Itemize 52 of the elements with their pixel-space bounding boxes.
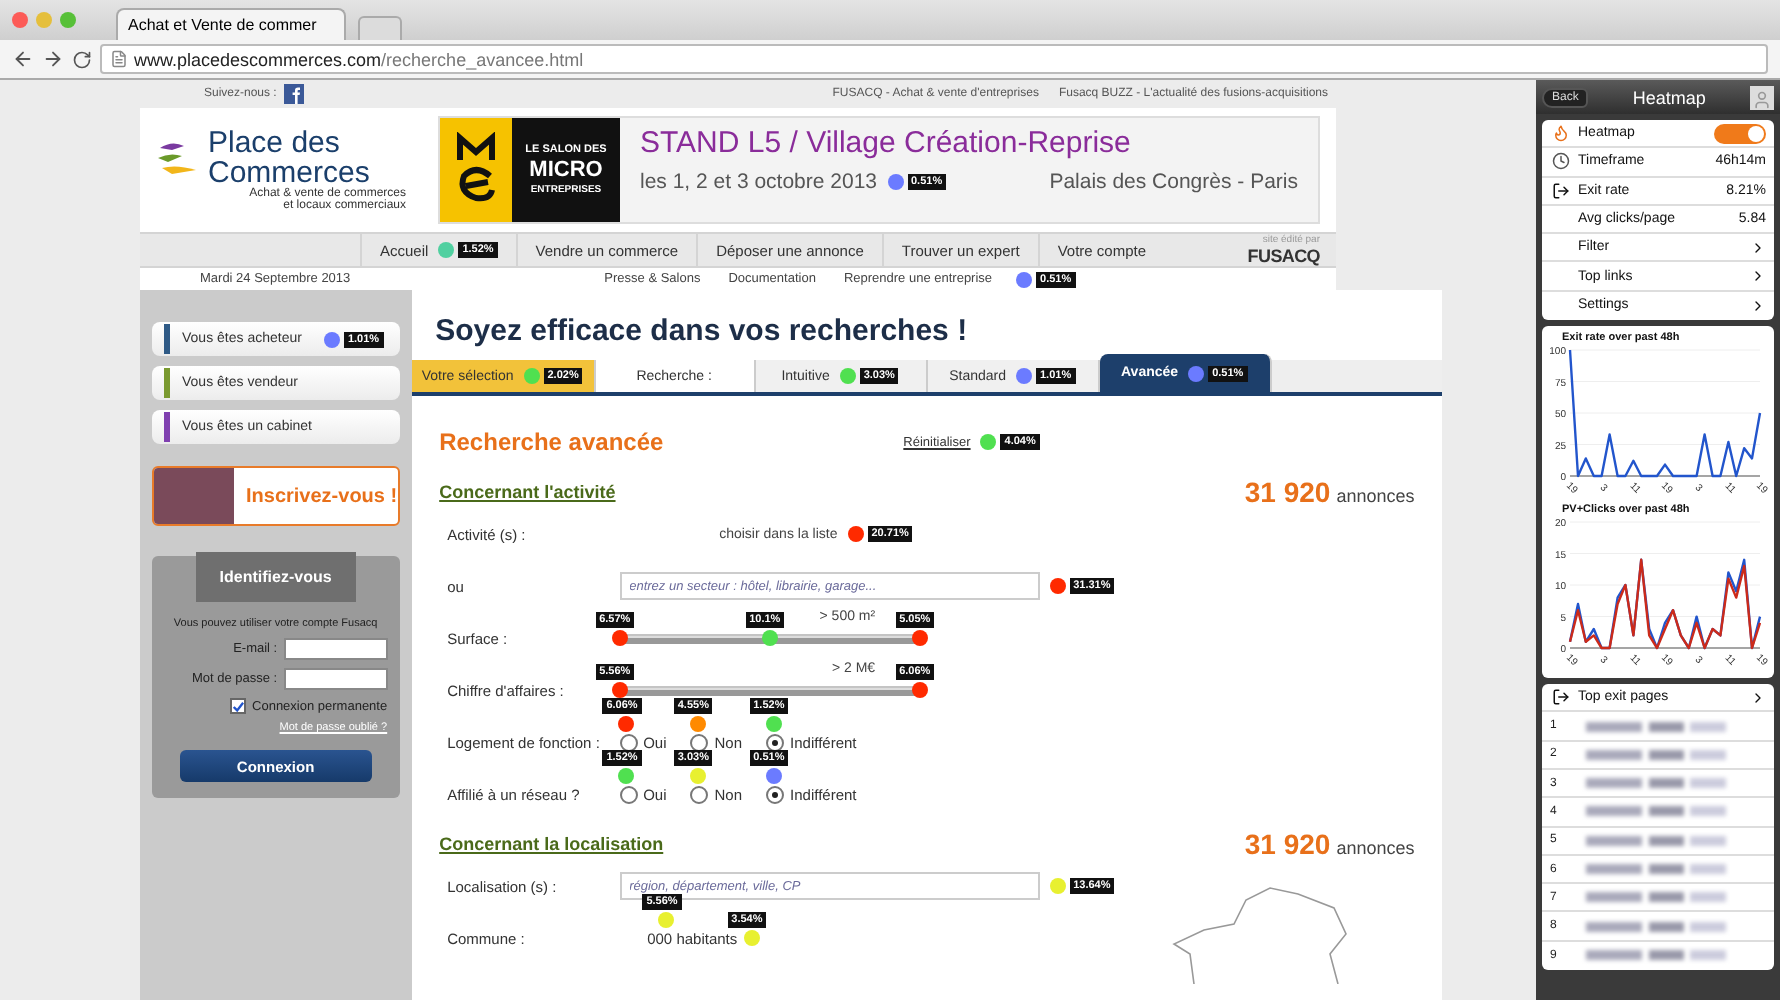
form-title: Recherche avancée — [439, 428, 664, 456]
banner-title: STAND L5 / Village Création-Reprise — [640, 126, 1133, 161]
banner-dates: les 1, 2 et 3 octobre 2013 — [640, 170, 877, 195]
logo-text: Commerces — [208, 158, 370, 189]
login-title: Identifiez-vous — [195, 552, 356, 602]
clock-icon — [1551, 152, 1569, 171]
section-title: Concernant l'activité — [439, 482, 616, 502]
exit-icon — [1551, 181, 1569, 200]
blurred-text — [1586, 950, 1726, 961]
forward-icon[interactable] — [42, 48, 64, 70]
address-bar[interactable]: www.placedescommerces.com/recherche_avancee.html — [100, 44, 1768, 74]
facebook-icon[interactable] — [284, 84, 305, 105]
exit-pages-icon — [1551, 688, 1569, 707]
blurred-text — [1586, 864, 1726, 874]
chevron-icon — [1750, 689, 1766, 706]
back-icon[interactable] — [12, 48, 34, 70]
checkbox[interactable] — [230, 698, 247, 714]
close-button[interactable] — [12, 12, 28, 28]
page-icon — [110, 50, 128, 68]
photo-placeholder — [154, 468, 234, 524]
panel-title: Heatmap — [1632, 87, 1706, 107]
section-title: Concernant la localisation — [439, 834, 664, 854]
flame-icon — [1551, 124, 1569, 143]
blurred-text — [1586, 892, 1726, 903]
browser-tab[interactable]: Achat et Vente de commer — [116, 8, 346, 40]
password-field[interactable] — [283, 668, 388, 690]
page-headline: Soyez efficace dans vos recherches ! — [435, 314, 970, 348]
radio-button[interactable] — [619, 785, 638, 803]
radio-button[interactable] — [766, 785, 785, 803]
logo-mark-icon — [156, 140, 200, 177]
publisher-logo: FUSACQ — [1247, 246, 1320, 267]
toggle-switch[interactable] — [1714, 123, 1766, 144]
radio-button[interactable] — [690, 785, 709, 803]
banner-venue: Palais des Congrès - Paris — [1049, 170, 1298, 195]
blurred-text — [1586, 749, 1726, 760]
blurred-text — [1586, 806, 1726, 817]
radio-button[interactable] — [619, 733, 638, 751]
reload-icon[interactable] — [72, 49, 92, 69]
radio-button[interactable] — [690, 733, 709, 751]
blurred-text — [1586, 835, 1726, 846]
email-field[interactable] — [283, 638, 388, 660]
blurred-text — [1586, 778, 1726, 789]
result-count: 31 920 — [1244, 828, 1331, 860]
blurred-text — [1586, 721, 1726, 732]
radio-button[interactable] — [766, 733, 785, 751]
logo-text: Place des — [208, 128, 342, 159]
result-count-label: annonces — [1336, 838, 1415, 858]
banner-logo-text: MICRO — [529, 157, 603, 184]
result-count: 31 920 — [1244, 476, 1331, 508]
avatar-icon[interactable] — [1750, 85, 1774, 109]
result-count-label: annonces — [1336, 486, 1415, 506]
blurred-text — [1586, 921, 1726, 932]
